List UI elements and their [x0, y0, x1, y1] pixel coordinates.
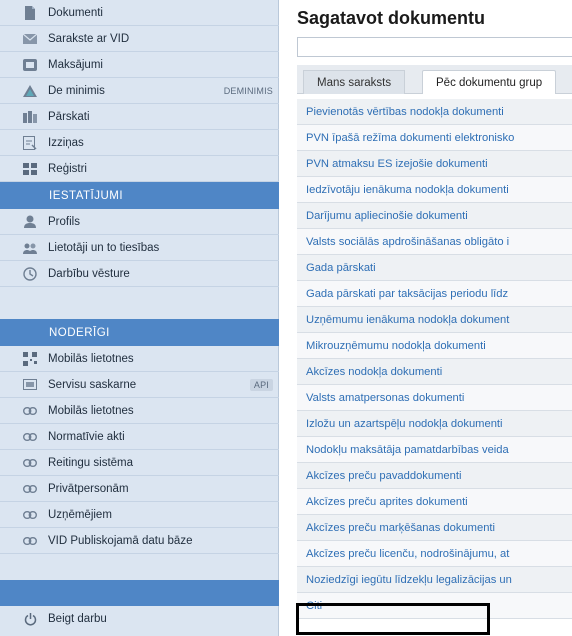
sidebar-item-label: Mobilās lietotnes — [48, 404, 134, 417]
main-content: Sagatavot dokumentu Mans saraksts Pēc do… — [289, 0, 572, 636]
history-icon — [22, 266, 38, 281]
sidebar-item-vid-datu-baze[interactable]: VID Publiskojamā datu bāze — [0, 528, 279, 554]
document-group-link[interactable]: Pievienotās vērtības nodokļa dokumenti — [297, 99, 572, 125]
sidebar-item-label: Maksājumi — [48, 58, 103, 71]
sidebar-item-label: Reitingu sistēma — [48, 456, 134, 469]
sidebar-item-mobilas-lietotnes-qr[interactable]: Mobilās lietotnes — [0, 346, 279, 372]
sidebar-item-label: Profils — [48, 215, 80, 228]
document-group-link[interactable]: Iedzīvotāju ienākuma nodokļa dokumenti — [297, 177, 572, 203]
document-group-link[interactable]: Gada pārskati par taksācijas periodu līd… — [297, 281, 572, 307]
sidebar-item-profils[interactable]: Profils — [0, 209, 279, 235]
sidebar-item-reitingu-sistema[interactable]: Reitingu sistēma — [0, 450, 279, 476]
document-group-link[interactable]: Akcīzes preču licenču, nodrošinājumu, at — [297, 541, 572, 567]
link-icon — [22, 456, 38, 470]
highlight-frame — [296, 603, 490, 635]
sidebar-item-uznemejiem[interactable]: Uzņēmējiem — [0, 502, 279, 528]
sidebar-item-label: Uzņēmējiem — [48, 508, 112, 521]
section-header-useful: NODERĪGI — [0, 319, 279, 346]
sidebar-item-label: De minimis — [48, 84, 105, 97]
sidebar-item-label: VID Publiskojamā datu bāze — [48, 534, 193, 547]
sidebar-item-label: Privātpersonām — [48, 482, 129, 495]
sidebar-item-privatpersonam[interactable]: Privātpersonām — [0, 476, 279, 502]
search-input[interactable] — [297, 37, 572, 57]
sidebar-item-mobilas-lietotnes-link[interactable]: Mobilās lietotnes — [0, 398, 279, 424]
logout-button[interactable]: Beigt darbu — [0, 606, 279, 632]
section-divider-bar — [0, 580, 279, 606]
sidebar-item-registri[interactable]: Reģistri — [0, 156, 279, 182]
deminimis-badge: DEMINIMIS — [223, 85, 273, 96]
sidebar-item-normativie-akti[interactable]: Normatīvie akti — [0, 424, 279, 450]
link-icon — [22, 404, 38, 418]
document-group-link[interactable]: Akcīzes nodokļa dokumenti — [297, 359, 572, 385]
sidebar-item-label: Sarakste ar VID — [48, 32, 130, 45]
sidebar-item-de-minimis[interactable]: De minimis DEMINIMIS — [0, 78, 279, 104]
document-group-link[interactable]: Akcīzes preču aprites dokumenti — [297, 489, 572, 515]
user-icon — [22, 215, 38, 229]
certificate-icon — [22, 135, 38, 150]
sidebar-item-izzinas[interactable]: Izziņas — [0, 130, 279, 156]
sidebar-item-label: Dokumenti — [48, 6, 103, 19]
link-icon — [22, 534, 38, 548]
document-group-link[interactable]: Valsts sociālās apdrošināšanas obligāto … — [297, 229, 572, 255]
api-badge: API — [249, 378, 273, 391]
mail-icon — [22, 32, 38, 46]
sidebar-item-sarakste[interactable]: Sarakste ar VID — [0, 26, 279, 52]
sidebar-item-servisu-saskarne[interactable]: Servisu saskarne API — [0, 372, 279, 398]
sidebar-item-label: Pārskati — [48, 110, 90, 123]
sidebar-item-lietotaji[interactable]: Lietotāji un to tiesības — [0, 235, 279, 261]
document-group-link[interactable]: Noziedzīgi iegūtu līdzekļu legalizācijas… — [297, 567, 572, 593]
sidebar-item-label: Darbību vēsture — [48, 267, 130, 280]
document-group-link[interactable]: PVN atmaksu ES izejošie dokumenti — [297, 151, 572, 177]
tab-mans-saraksts[interactable]: Mans saraksts — [303, 70, 406, 94]
document-group-link[interactable]: Valsts amatpersonas dokumenti — [297, 385, 572, 411]
document-icon — [22, 5, 38, 20]
sidebar-item-darbibu-vesture[interactable]: Darbību vēsture — [0, 261, 279, 287]
document-group-link[interactable]: Izložu un azartspēļu nodokļa dokumenti — [297, 411, 572, 437]
document-group-link[interactable]: Akcīzes preču pavaddokumenti — [297, 463, 572, 489]
document-group-link[interactable]: Mikrouzņēmumu nodokļa dokumenti — [297, 333, 572, 359]
sidebar-item-label: Servisu saskarne — [48, 378, 137, 391]
sidebar-item-label: Mobilās lietotnes — [48, 352, 134, 365]
document-group-link[interactable]: Darījumu apliecinošie dokumenti — [297, 203, 572, 229]
users-icon — [22, 241, 38, 255]
sidebar-item-label: Normatīvie akti — [48, 430, 125, 443]
document-group-link[interactable]: Uzņēmumu ienākuma nodokļa dokument — [297, 307, 572, 333]
logout-label: Beigt darbu — [48, 613, 107, 625]
sidebar-item-dokumenti[interactable]: Dokumenti — [0, 0, 279, 26]
qr-code-icon — [22, 351, 38, 366]
section-header-settings: IESTATĪJUMI — [0, 182, 279, 209]
sidebar: Dokumenti Sarakste ar VID Maksājumi De m… — [0, 0, 279, 636]
sidebar-item-label: Izziņas — [48, 136, 84, 149]
warning-triangle-icon — [22, 84, 38, 98]
power-icon — [22, 612, 38, 626]
sidebar-item-maksajumi[interactable]: Maksājumi — [0, 52, 279, 78]
payment-icon — [22, 58, 38, 72]
api-icon — [22, 378, 38, 392]
link-icon — [22, 430, 38, 444]
sidebar-item-parskati[interactable]: Pārskati — [0, 104, 279, 130]
sidebar-item-label: Lietotāji un to tiesības — [48, 241, 160, 254]
tab-bar: Mans saraksts Pēc dokumentu grup — [297, 65, 572, 94]
document-group-link[interactable]: Akcīzes preču marķēšanas dokumenti — [297, 515, 572, 541]
link-icon — [22, 482, 38, 496]
reports-icon — [22, 110, 38, 124]
document-group-link[interactable]: Nodokļu maksātāja pamatdarbības veida — [297, 437, 572, 463]
tab-pec-dokumentu-grupam[interactable]: Pēc dokumentu grup — [422, 70, 557, 94]
link-icon — [22, 508, 38, 522]
document-group-link[interactable]: Gada pārskati — [297, 255, 572, 281]
grid-icon — [22, 162, 38, 176]
sidebar-item-label: Reģistri — [48, 162, 87, 175]
page-title: Sagatavot dokumentu — [297, 8, 486, 28]
document-group-link[interactable]: PVN īpašā režīma dokumenti elektronisko — [297, 125, 572, 151]
